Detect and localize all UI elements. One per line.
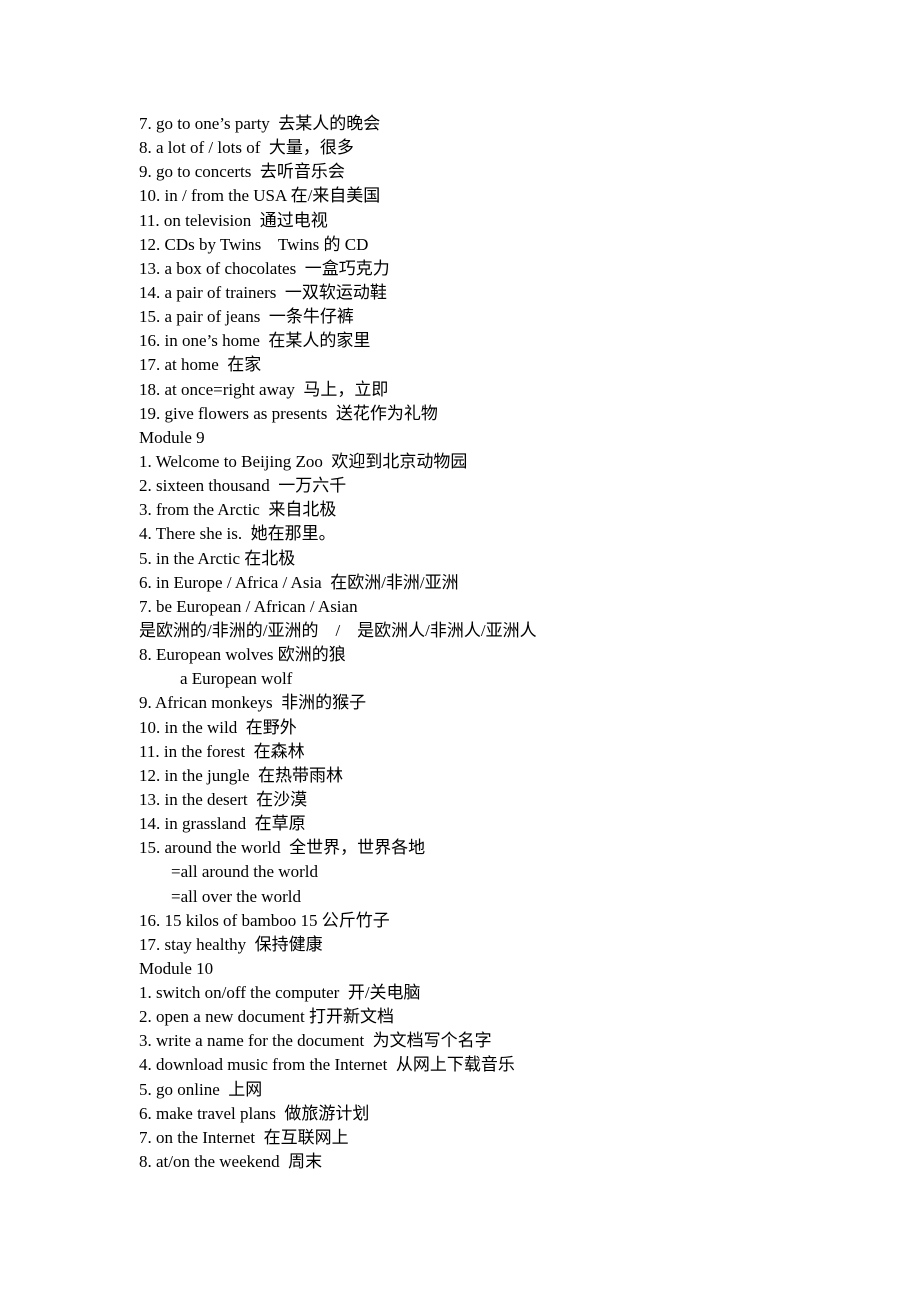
vocabulary-item: 14. a pair of trainers 一双软运动鞋 <box>139 282 387 302</box>
translation-line: 是欧洲的/非洲的/亚洲的 / 是欧洲人/非洲人/亚洲人 <box>139 620 537 640</box>
vocabulary-item: 5. go online 上网 <box>139 1079 263 1099</box>
vocabulary-item: 4. download music from the Internet 从网上下… <box>139 1055 515 1075</box>
vocabulary-item: 6. make travel plans 做旅游计划 <box>139 1103 370 1123</box>
vocabulary-subitem: =all over the world <box>171 886 301 906</box>
vocabulary-item: 8. European wolves 欧洲的狼 <box>139 645 346 665</box>
vocabulary-item: 13. a box of chocolates 一盒巧克力 <box>139 258 390 278</box>
vocabulary-item: 18. at once=right away 马上，立即 <box>139 379 389 399</box>
vocabulary-item: 16. 15 kilos of bamboo 15 公斤竹子 <box>139 910 390 930</box>
vocabulary-item: 17. at home 在家 <box>139 355 262 375</box>
vocabulary-item: 7. be European / African / Asian <box>139 596 358 616</box>
vocabulary-item: 1. Welcome to Beijing Zoo 欢迎到北京动物园 <box>139 451 468 471</box>
vocabulary-item: 14. in grassland 在草原 <box>139 814 306 834</box>
vocabulary-item: 15. around the world 全世界，世界各地 <box>139 838 426 858</box>
module-heading: Module 9 <box>139 427 205 447</box>
vocabulary-item: 9. go to concerts 去听音乐会 <box>139 162 345 182</box>
vocabulary-list: 7. go to one’s party 去某人的晚会 8. a lot of /… <box>139 112 537 1174</box>
vocabulary-subitem: a European wolf <box>180 669 293 689</box>
vocabulary-item: 8. at/on the weekend 周末 <box>139 1152 323 1172</box>
vocabulary-item: 5. in the Arctic 在北极 <box>139 548 296 568</box>
vocabulary-item: 7. on the Internet 在互联网上 <box>139 1127 349 1147</box>
vocabulary-item: 4. There she is. 她在那里。 <box>139 524 336 544</box>
vocabulary-item: 19. give flowers as presents 送花作为礼物 <box>139 403 438 423</box>
vocabulary-item: 1. switch on/off the computer 开/关电脑 <box>139 983 421 1003</box>
vocabulary-item: 13. in the desert 在沙漠 <box>139 789 308 809</box>
vocabulary-item: 12. in the jungle 在热带雨林 <box>139 765 343 785</box>
vocabulary-item: 12. CDs by Twins Twins 的 CD <box>139 234 369 254</box>
vocabulary-item: 2. open a new document 打开新文档 <box>139 1007 394 1027</box>
vocabulary-item: 2. sixteen thousand 一万六千 <box>139 476 347 496</box>
vocabulary-item: 11. in the forest 在森林 <box>139 741 305 761</box>
vocabulary-item: 11. on television 通过电视 <box>139 210 328 230</box>
vocabulary-subitem: =all around the world <box>171 862 318 882</box>
vocabulary-item: 15. a pair of jeans 一条牛仔裤 <box>139 307 354 327</box>
vocabulary-item: 3. write a name for the document 为文档写个名字 <box>139 1031 492 1051</box>
vocabulary-item: 3. from the Arctic 来自北极 <box>139 500 337 520</box>
vocabulary-item: 9. African monkeys 非洲的猴子 <box>139 693 367 713</box>
vocabulary-item: 10. in / from the USA 在/来自美国 <box>139 186 381 206</box>
vocabulary-item: 10. in the wild 在野外 <box>139 717 297 737</box>
vocabulary-item: 17. stay healthy 保持健康 <box>139 934 323 954</box>
vocabulary-item: 7. go to one’s party 去某人的晚会 <box>139 114 381 133</box>
vocabulary-item: 6. in Europe / Africa / Asia 在欧洲/非洲/亚洲 <box>139 572 459 592</box>
vocabulary-item: 8. a lot of / lots of 大量，很多 <box>139 138 354 158</box>
vocabulary-item: 16. in one’s home 在某人的家里 <box>139 331 371 351</box>
module-heading: Module 10 <box>139 958 214 978</box>
